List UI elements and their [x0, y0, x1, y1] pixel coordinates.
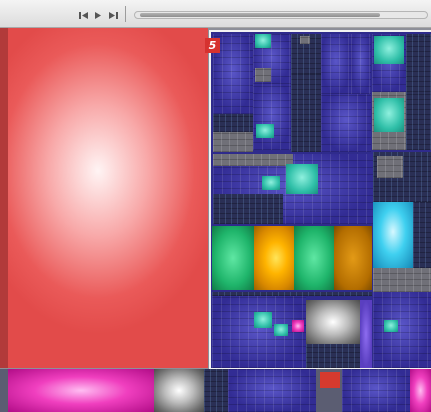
- treemap-cell[interactable]: [321, 34, 351, 94]
- scrollbar-thumb[interactable]: [140, 13, 380, 17]
- treemap-cell[interactable]: [351, 34, 371, 94]
- treemap-cell[interactable]: [384, 320, 398, 332]
- skip-forward-icon[interactable]: [108, 10, 118, 21]
- treemap-cell-red[interactable]: [320, 372, 340, 388]
- treemap-cell[interactable]: [406, 92, 431, 150]
- step-back-icon[interactable]: [78, 10, 88, 21]
- treemap-cell-orange[interactable]: [254, 226, 294, 290]
- treemap-cell-cyan[interactable]: [373, 202, 413, 268]
- treemap-cell[interactable]: [291, 120, 321, 152]
- treemap-cell[interactable]: [300, 36, 310, 44]
- treemap-cell[interactable]: [256, 124, 274, 138]
- treemap-cell[interactable]: [377, 156, 403, 178]
- treemap-cell-green[interactable]: [212, 226, 254, 290]
- treemap-cell[interactable]: [374, 98, 404, 132]
- treemap-cell[interactable]: [212, 296, 306, 368]
- treemap-cell[interactable]: [413, 202, 431, 268]
- treemap-cell[interactable]: [373, 268, 431, 292]
- treemap-cell[interactable]: [255, 34, 271, 48]
- treemap-cell[interactable]: [213, 194, 283, 224]
- treemap-view[interactable]: 5: [0, 28, 431, 412]
- treemap-cell[interactable]: [321, 94, 371, 152]
- treemap-cell[interactable]: [253, 84, 291, 150]
- treemap-cell-grey[interactable]: [154, 369, 204, 412]
- treemap-cell-magenta[interactable]: [292, 320, 304, 332]
- treemap-cell[interactable]: [213, 132, 253, 152]
- treemap-cell[interactable]: [342, 369, 410, 412]
- treemap-cell[interactable]: [228, 369, 316, 412]
- treemap-cell[interactable]: [373, 292, 431, 368]
- treemap-cell[interactable]: [274, 324, 288, 336]
- treemap-cell[interactable]: [262, 176, 280, 190]
- toolbar: [0, 0, 431, 28]
- treemap-cell[interactable]: [254, 312, 272, 328]
- treemap-cell-magenta[interactable]: [410, 369, 431, 412]
- treemap-cell-magenta[interactable]: [8, 369, 154, 412]
- treemap-cell-large-red[interactable]: [8, 28, 208, 368]
- treemap-cell[interactable]: [360, 300, 372, 368]
- playback-controls: [78, 9, 118, 21]
- play-icon[interactable]: [93, 10, 103, 21]
- treemap-cell[interactable]: [306, 344, 360, 368]
- treemap-cell[interactable]: [255, 68, 271, 82]
- treemap-cell-grey[interactable]: [306, 300, 360, 344]
- treemap-cell-orange[interactable]: [334, 226, 372, 290]
- treemap-cell-green[interactable]: [294, 226, 334, 290]
- region-number-badge: 5: [205, 38, 220, 53]
- treemap-cell[interactable]: [286, 164, 318, 194]
- treemap-cell[interactable]: [291, 74, 321, 120]
- treemap-cell[interactable]: [374, 36, 404, 64]
- treemap-cell[interactable]: [406, 34, 431, 92]
- treemap-cell-edge[interactable]: [0, 28, 8, 368]
- horizontal-scrollbar[interactable]: [134, 11, 428, 19]
- treemap-cell[interactable]: [213, 154, 293, 166]
- treemap-cell[interactable]: [204, 369, 228, 412]
- toolbar-divider: [125, 6, 126, 22]
